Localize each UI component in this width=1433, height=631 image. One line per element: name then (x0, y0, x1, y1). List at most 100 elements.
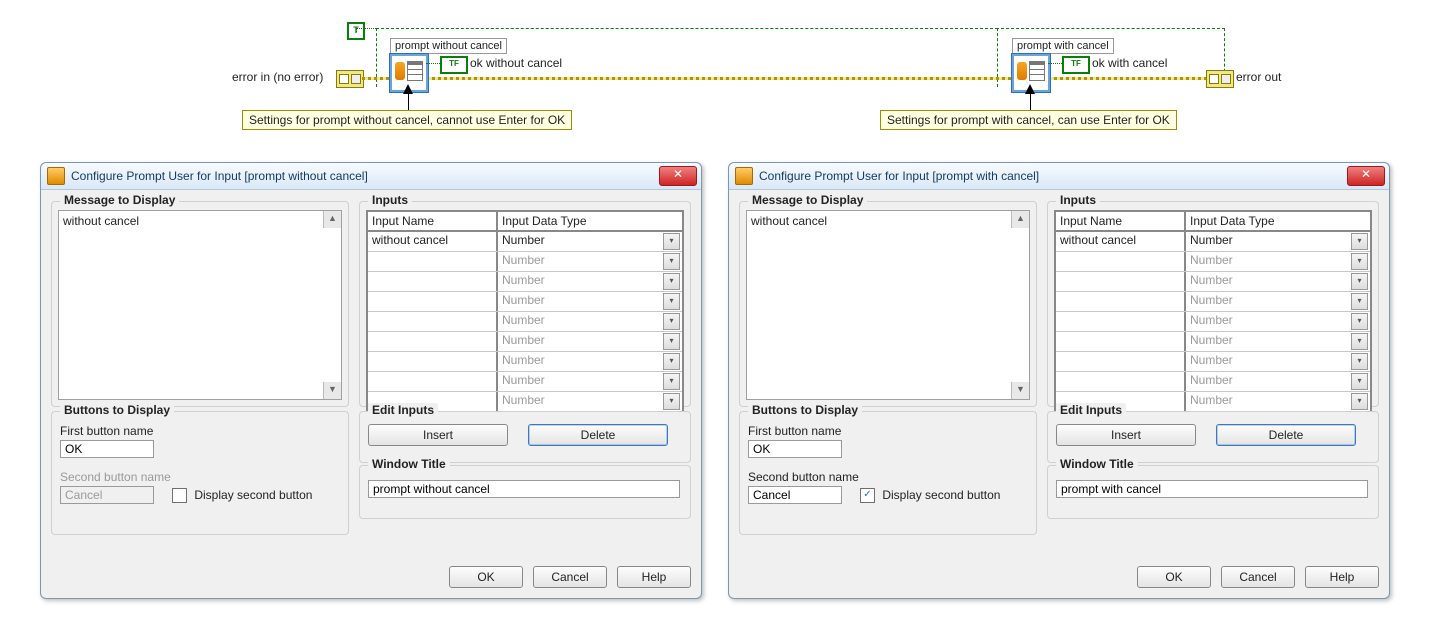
cancel-button[interactable]: Cancel (1221, 566, 1295, 588)
cell-input-type[interactable]: Number▾ (498, 252, 682, 271)
scroll-up-icon[interactable]: ▲ (323, 211, 341, 228)
dropdown-arrow-icon[interactable]: ▾ (1351, 253, 1368, 270)
insert-button[interactable]: Insert (1056, 424, 1196, 446)
cell-input-name[interactable] (368, 352, 498, 371)
cell-input-name[interactable]: without cancel (1056, 232, 1186, 251)
error-in-terminal[interactable] (336, 70, 364, 88)
table-row[interactable]: Number▾ (1056, 312, 1370, 332)
delete-button[interactable]: Delete (1216, 424, 1356, 446)
table-row[interactable]: Number▾ (1056, 372, 1370, 392)
cell-input-type[interactable]: Number▾ (498, 332, 682, 351)
tf-indicator-2[interactable]: TF (1062, 56, 1090, 74)
cell-input-type[interactable]: Number▾ (498, 352, 682, 371)
cancel-button[interactable]: Cancel (533, 566, 607, 588)
titlebar[interactable]: Configure Prompt User for Input [prompt … (41, 163, 701, 190)
cell-input-name[interactable] (1056, 292, 1186, 311)
dropdown-arrow-icon[interactable]: ▾ (1351, 293, 1368, 310)
col-input-type[interactable]: Input Data Type (498, 212, 682, 230)
cell-input-name[interactable] (1056, 372, 1186, 391)
ok-button[interactable]: OK (449, 566, 523, 588)
table-row[interactable]: Number▾ (1056, 332, 1370, 352)
window-title-input[interactable] (368, 480, 680, 498)
cell-input-name[interactable] (368, 372, 498, 391)
scroll-down-icon[interactable]: ▼ (323, 382, 341, 399)
dropdown-arrow-icon[interactable]: ▾ (1351, 233, 1368, 250)
comment-2[interactable]: Settings for prompt with cancel, can use… (880, 110, 1177, 130)
cell-input-type[interactable]: Number▾ (1186, 252, 1370, 271)
cell-input-type[interactable]: Number▾ (1186, 232, 1370, 251)
cell-input-type[interactable]: Number▾ (1186, 292, 1370, 311)
table-row[interactable]: Number▾ (1056, 252, 1370, 272)
cell-input-type[interactable]: Number▾ (1186, 372, 1370, 391)
cell-input-name[interactable] (368, 292, 498, 311)
dropdown-arrow-icon[interactable]: ▾ (663, 253, 680, 270)
cell-input-type[interactable]: Number▾ (1186, 332, 1370, 351)
cell-input-name[interactable] (368, 332, 498, 351)
dropdown-arrow-icon[interactable]: ▾ (1351, 393, 1368, 410)
display-second-checkbox[interactable] (172, 488, 187, 503)
dropdown-arrow-icon[interactable]: ▾ (1351, 353, 1368, 370)
table-row[interactable]: Number▾ (1056, 352, 1370, 372)
cell-input-name[interactable] (1056, 352, 1186, 371)
window-title-input[interactable] (1056, 480, 1368, 498)
cell-input-type[interactable]: Number▾ (1186, 392, 1370, 411)
cell-input-name[interactable] (1056, 272, 1186, 291)
insert-button[interactable]: Insert (368, 424, 508, 446)
cell-input-type[interactable]: Number▾ (1186, 352, 1370, 371)
cell-input-type[interactable]: Number▾ (498, 232, 682, 251)
dropdown-arrow-icon[interactable]: ▾ (1351, 313, 1368, 330)
delete-button[interactable]: Delete (528, 424, 668, 446)
message-textarea[interactable]: without cancel ▲ ▼ (746, 210, 1030, 400)
tf-indicator-1[interactable]: TF (440, 56, 468, 74)
table-row[interactable]: without cancelNumber▾ (368, 232, 682, 252)
table-row[interactable]: Number▾ (368, 292, 682, 312)
table-row[interactable]: Number▾ (368, 252, 682, 272)
titlebar[interactable]: Configure Prompt User for Input [prompt … (729, 163, 1389, 190)
dropdown-arrow-icon[interactable]: ▾ (663, 273, 680, 290)
col-input-type[interactable]: Input Data Type (1186, 212, 1370, 230)
table-row[interactable]: Number▾ (368, 352, 682, 372)
col-input-name[interactable]: Input Name (1056, 212, 1186, 230)
display-second-checkbox[interactable]: ✓ (860, 488, 875, 503)
help-button[interactable]: Help (617, 566, 691, 588)
dropdown-arrow-icon[interactable]: ▾ (663, 333, 680, 350)
first-button-input[interactable] (748, 440, 842, 458)
second-button-input[interactable] (748, 486, 842, 504)
table-row[interactable]: Number▾ (1056, 272, 1370, 292)
dropdown-arrow-icon[interactable]: ▾ (1351, 273, 1368, 290)
error-out-terminal[interactable] (1206, 70, 1234, 88)
dropdown-arrow-icon[interactable]: ▾ (663, 233, 680, 250)
first-button-input[interactable] (60, 440, 154, 458)
cell-input-type[interactable]: Number▾ (498, 372, 682, 391)
comment-1[interactable]: Settings for prompt without cancel, cann… (242, 110, 572, 130)
cell-input-name[interactable]: without cancel (368, 232, 498, 251)
dropdown-arrow-icon[interactable]: ▾ (663, 393, 680, 410)
cell-input-type[interactable]: Number▾ (498, 312, 682, 331)
col-input-name[interactable]: Input Name (368, 212, 498, 230)
cell-input-name[interactable] (1056, 252, 1186, 271)
cell-input-name[interactable] (1056, 312, 1186, 331)
scroll-up-icon[interactable]: ▲ (1011, 211, 1029, 228)
close-button[interactable]: ✕ (659, 166, 697, 186)
cell-input-name[interactable] (368, 312, 498, 331)
dropdown-arrow-icon[interactable]: ▾ (1351, 333, 1368, 350)
close-button[interactable]: ✕ (1347, 166, 1385, 186)
table-row[interactable]: Number▾ (368, 312, 682, 332)
node2-label[interactable]: prompt with cancel (1012, 38, 1114, 54)
cell-input-name[interactable] (368, 272, 498, 291)
table-row[interactable]: Number▾ (1056, 292, 1370, 312)
ok-button[interactable]: OK (1137, 566, 1211, 588)
cell-input-name[interactable] (368, 252, 498, 271)
help-button[interactable]: Help (1305, 566, 1379, 588)
message-textarea[interactable]: without cancel ▲ ▼ (58, 210, 342, 400)
table-row[interactable]: Number▾ (368, 332, 682, 352)
table-row[interactable]: Number▾ (368, 272, 682, 292)
dropdown-arrow-icon[interactable]: ▾ (1351, 373, 1368, 390)
dropdown-arrow-icon[interactable]: ▾ (663, 293, 680, 310)
table-row[interactable]: without cancelNumber▾ (1056, 232, 1370, 252)
cell-input-type[interactable]: Number▾ (498, 272, 682, 291)
cell-input-name[interactable] (1056, 332, 1186, 351)
cell-input-type[interactable]: Number▾ (1186, 312, 1370, 331)
node1-label[interactable]: prompt without cancel (390, 38, 507, 54)
cell-input-type[interactable]: Number▾ (498, 292, 682, 311)
